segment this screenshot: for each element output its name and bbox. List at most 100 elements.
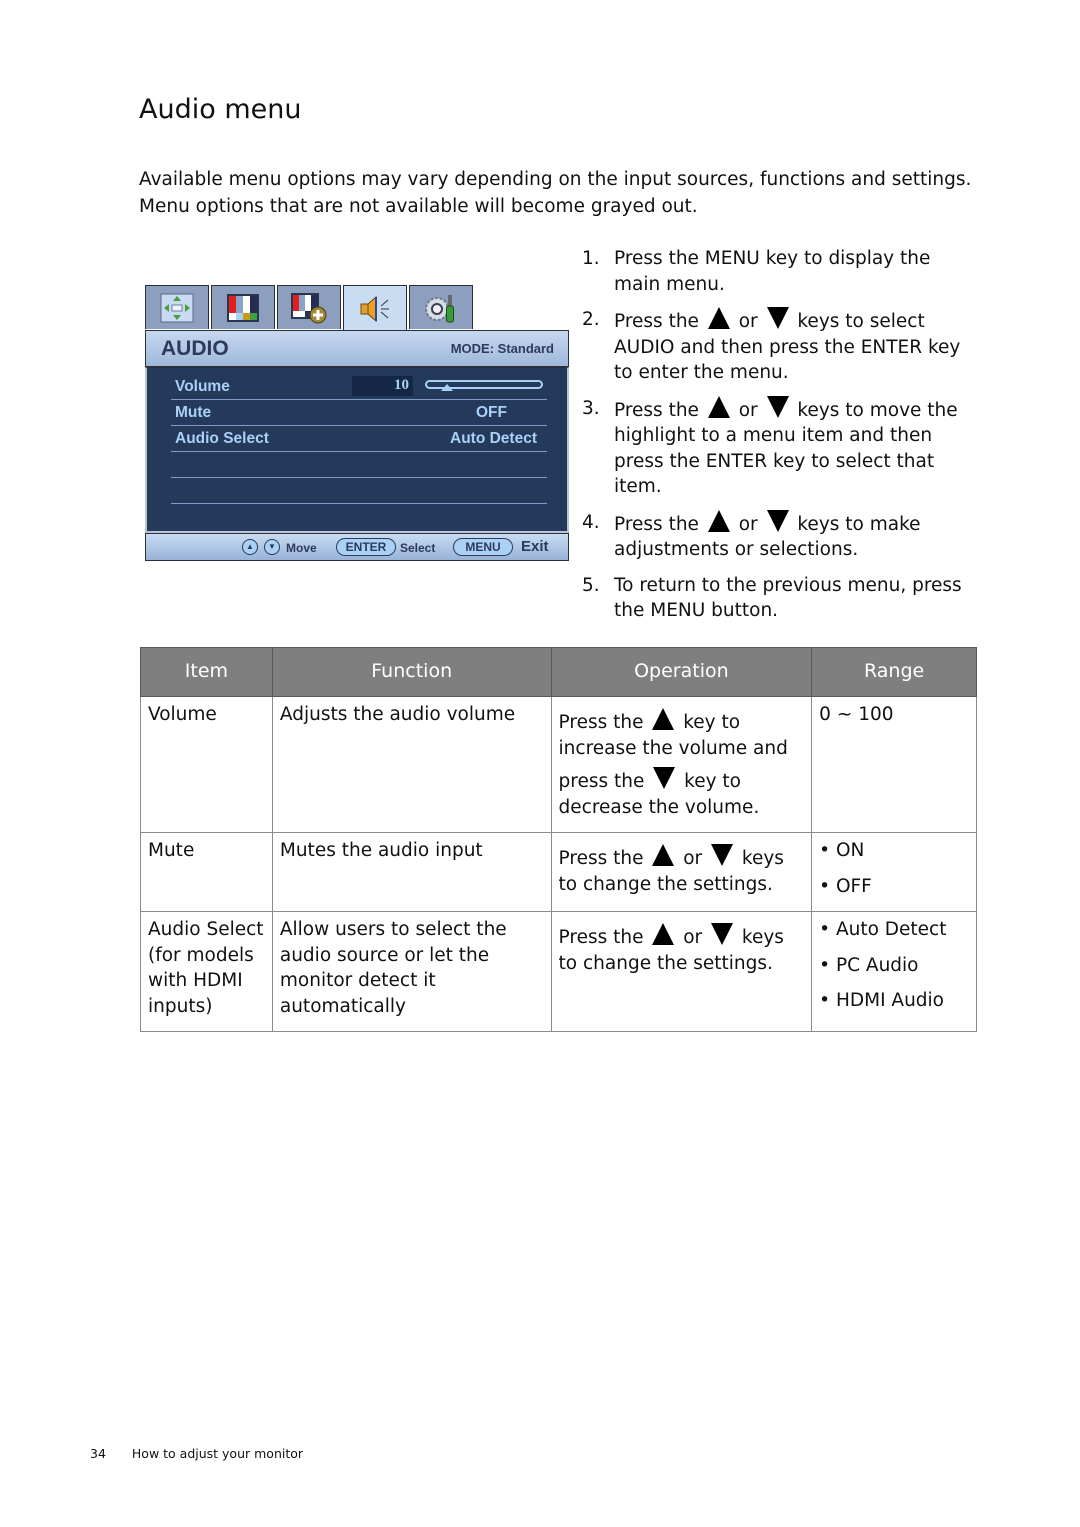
step-number: 5. [582, 574, 600, 596]
cell-function: Mutes the audio input [271, 832, 552, 912]
osd-footer: ▲ ▼ Move ENTER Select MENU Exit [145, 533, 569, 561]
osd-row-label: Volume [175, 378, 230, 395]
osd-tab-audio[interactable] [343, 285, 407, 331]
cell-item: Audio Select (for models with HDMI input… [140, 911, 273, 1032]
step-number: 1. [582, 248, 600, 269]
osd-move-label: Move [286, 541, 317, 555]
column-header-operation: Operation [550, 647, 813, 697]
cell-function: Allow users to select the audio source o… [271, 911, 552, 1032]
display-position-icon [160, 293, 194, 322]
operation-line: Press the or keys to change the settings… [559, 844, 805, 897]
range-option: • Auto Detect [819, 919, 947, 940]
osd-row-audio-select[interactable]: Audio Select Auto Detect [171, 425, 547, 452]
osd-row-label: Mute [175, 404, 212, 421]
step-item: 1. Press the MENU key to display the main… [582, 246, 982, 297]
picture-advanced-icon [291, 292, 327, 323]
text-fragment: or [677, 927, 709, 948]
text-fragment: press the [558, 771, 651, 792]
osd-title: AUDIO [161, 337, 229, 360]
text-fragment: Press the [614, 311, 705, 332]
table-row: Mute Mutes the audio input Press the or ke… [140, 832, 977, 912]
up-key-icon: ▲ [242, 539, 258, 555]
page-title: Audio menu [139, 94, 302, 125]
up-arrow-key-icon [707, 395, 730, 418]
column-header-item: Item [140, 647, 273, 697]
enter-key-icon: ENTER [336, 538, 396, 556]
cell-range: • ON • OFF [811, 832, 977, 912]
range-option: • ON [819, 840, 865, 861]
volume-slider[interactable] [425, 380, 543, 391]
osd-row-empty [171, 477, 547, 504]
volume-slider-thumb[interactable] [441, 384, 453, 391]
osd-row-label: Audio Select [175, 430, 269, 447]
operation-line: Press the or keys to change the settings… [559, 923, 805, 976]
osd-audio-menu: AUDIO MODE: Standard Volume 10 Mute OFF … [145, 285, 569, 561]
osd-tab-picture-advanced[interactable] [277, 285, 341, 329]
osd-row-volume[interactable]: Volume 10 [171, 373, 547, 400]
cell-operation: Press the key to increase the volume and… [550, 696, 813, 833]
osd-body: Volume 10 Mute OFF Audio Select Auto Det… [145, 367, 569, 533]
table-header-row: Item Function Operation Range [140, 647, 977, 697]
text-fragment: Press the [558, 927, 650, 948]
step-item: 4. Press the or keys to make adjustments … [582, 509, 982, 563]
down-arrow-key-icon [766, 395, 789, 418]
volume-value-box: 10 [352, 376, 413, 396]
up-arrow-key-icon [707, 509, 730, 532]
cell-operation: Press the or keys to change the settings… [550, 832, 813, 912]
osd-mode-label: MODE: Standard [450, 341, 554, 356]
step-number: 3. [582, 397, 600, 419]
instruction-steps: 1. Press the MENU key to display the main… [582, 246, 982, 634]
range-option: 0 ~ 100 [819, 704, 894, 725]
cell-operation: Press the or keys to change the settings… [550, 911, 813, 1032]
volume-value: 10 [394, 377, 409, 393]
down-arrow-key-icon [766, 509, 789, 532]
osd-row-value: OFF [476, 404, 507, 421]
up-arrow-key-icon [652, 923, 675, 945]
step-number: 4. [582, 511, 600, 533]
osd-header: AUDIO MODE: Standard [145, 330, 569, 367]
osd-tab-display[interactable] [145, 285, 209, 329]
step-number: 2. [582, 309, 600, 330]
step-item: 5. To return to the previous menu, press … [582, 573, 982, 624]
range-option: • HDMI Audio [819, 990, 945, 1011]
audio-function-table: Item Function Operation Range Volume Adju… [140, 647, 977, 1032]
down-arrow-key-icon [711, 844, 734, 866]
text-fragment: or [732, 513, 764, 535]
cell-item: Volume [140, 696, 273, 833]
osd-exit-label: Exit [521, 538, 549, 555]
up-arrow-key-icon [652, 708, 675, 730]
range-option: • OFF [819, 875, 872, 897]
menu-key-icon: MENU [453, 538, 513, 556]
up-arrow-key-icon [707, 307, 730, 329]
osd-select-label: Select [400, 541, 436, 555]
step-item: 2. Press the or keys to select AUDIO and … [582, 307, 982, 386]
footer-section-title: How to adjust your monitor [131, 1446, 304, 1461]
text-fragment: Press the [614, 513, 705, 535]
text-fragment: Press the [558, 712, 650, 733]
page-number: 34 [90, 1446, 106, 1461]
range-option: • PC Audio [819, 954, 919, 976]
text-fragment: or [732, 399, 764, 421]
text-fragment: or [732, 311, 764, 332]
cell-range: 0 ~ 100 [811, 696, 977, 833]
text-fragment: Press the [558, 848, 650, 869]
osd-row-value: Auto Detect [450, 430, 537, 447]
osd-tab-system[interactable] [409, 285, 473, 329]
intro-paragraph: Available menu options may vary dependin… [139, 169, 972, 217]
operation-line: Press the key to increase the volume and [559, 708, 805, 761]
system-settings-icon [425, 294, 454, 322]
osd-row-mute[interactable]: Mute OFF [171, 399, 547, 426]
step-item: 3. Press the or keys to move the highligh… [582, 395, 982, 500]
text-fragment: or [677, 848, 709, 869]
column-header-range: Range [811, 647, 977, 697]
down-arrow-key-icon [711, 923, 734, 945]
cell-item: Mute [140, 832, 273, 912]
table-row: Audio Select (for models with HDMI input… [140, 911, 977, 1032]
text-fragment: Press the MENU key to display the main m… [614, 248, 931, 295]
osd-tab-picture[interactable] [211, 285, 275, 329]
speaker-icon [360, 295, 389, 322]
column-header-function: Function [271, 647, 552, 697]
down-arrow-key-icon [766, 307, 789, 329]
text-fragment: To return to the previous menu, press th… [614, 574, 962, 622]
down-key-icon: ▼ [264, 539, 280, 555]
